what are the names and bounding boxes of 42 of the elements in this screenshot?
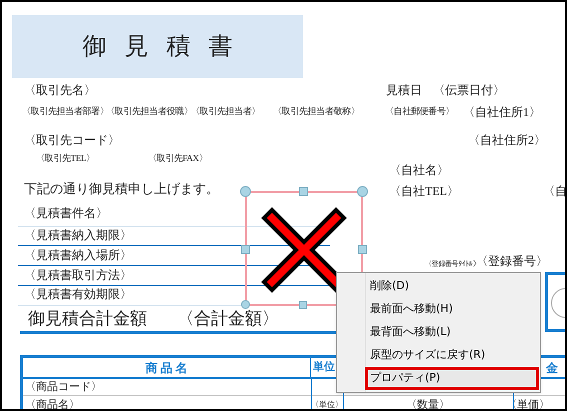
menu-item[interactable]: 削除(D) xyxy=(365,275,539,298)
field-label: 見積日 xyxy=(386,84,422,96)
field-label: 〈取引先TEL〉 xyxy=(36,154,95,163)
field-label: 〈見積書件名〉 xyxy=(24,207,108,219)
table-cell-text: 〈商品コード〉 xyxy=(24,380,103,395)
field-label: 〈取引先コード〉 xyxy=(24,134,120,146)
resize-handle[interactable] xyxy=(241,245,250,254)
menu-item[interactable]: 最背面へ移動(L) xyxy=(365,321,539,344)
resize-handle[interactable] xyxy=(358,245,367,254)
resize-handle[interactable] xyxy=(299,187,308,196)
field-label: 〈自 xyxy=(543,185,565,197)
field-label: 〈自社住所2〉 xyxy=(468,134,546,146)
field-label: 〈取引先担当者〉 xyxy=(191,107,260,116)
field-label: 〈合計金額〉 xyxy=(177,310,279,327)
document-title: 御見積書 xyxy=(82,32,250,62)
resize-handle[interactable] xyxy=(357,186,368,197)
field-label: 〈自社名〉 xyxy=(389,164,449,176)
resize-handle[interactable] xyxy=(241,300,250,309)
field-label: 〈取引先担当者部署〉 xyxy=(22,107,108,116)
menu-item[interactable]: 最前面へ移動(H) xyxy=(365,298,539,321)
field-label: 〈見積書取引方法〉 xyxy=(24,269,132,281)
menu-item[interactable]: 原型のサイズに戻す(R) xyxy=(365,344,539,367)
table-cell-text: 〈商品名〉 xyxy=(24,398,81,409)
field-label: 〈自社TEL〉 xyxy=(389,185,459,197)
field-label: 〈見積書納入場所〉 xyxy=(24,249,132,261)
field-label: 〈取引先担当者敬称〉 xyxy=(273,107,360,116)
field-label: 〈取引先FAX〉 xyxy=(148,154,208,163)
table-cell-text: 〈単位〉 xyxy=(311,399,343,409)
field-label: 〈伝票日付〉 xyxy=(433,84,505,96)
field-label: 〈取引先名〉 xyxy=(24,84,96,96)
field-label: 下記の通り御見積申し上げます。 xyxy=(24,182,219,195)
field-label: 〈取引先担当者役職〉 xyxy=(106,107,192,116)
field-label: 〈自社住所1〉 xyxy=(463,106,541,118)
resize-handle[interactable] xyxy=(299,301,307,309)
field-label: 〈登録番号〉 xyxy=(476,255,548,267)
field-label: 〈自社郵便番号〉 xyxy=(385,107,454,116)
field-label: 〈見積書有効期限〉 xyxy=(24,288,132,300)
field-label: 御見積合計金額 xyxy=(28,310,147,327)
field-label: 〈見積書納入期限〉 xyxy=(24,229,132,241)
table-cell-text: 〈数量〉 xyxy=(405,398,451,409)
menu-item[interactable]: プロパティ(P) xyxy=(365,367,539,390)
resize-handle[interactable] xyxy=(240,186,251,197)
